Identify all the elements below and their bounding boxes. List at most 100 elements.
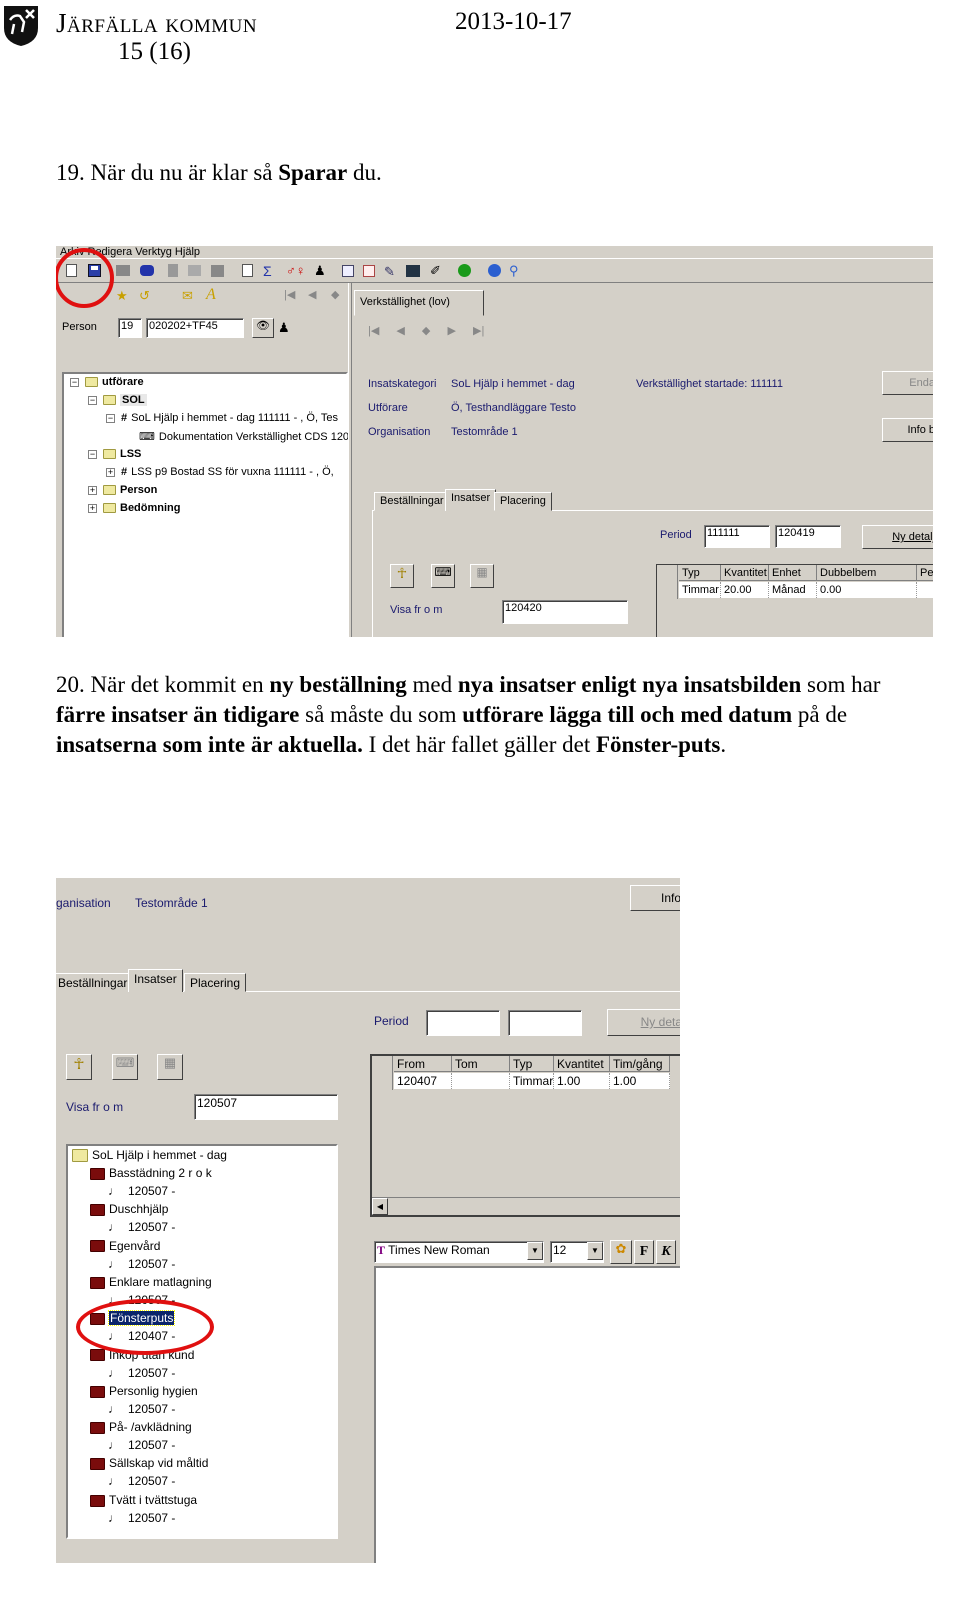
column-header[interactable]: From [394,1056,452,1072]
cut-icon[interactable] [168,264,178,277]
people-icon[interactable]: ♂♀ [286,263,306,278]
insats-grid[interactable]: ◀ From 120407 Tom Typ Timmar Kvantitet 1.00 Tim… [370,1054,680,1217]
insats-grid[interactable]: Typ Timmar Kvantitet 20.00 Enhet Månad Dubbelb… [656,564,933,637]
nav-current-icon[interactable]: ◆ [331,288,339,301]
pen-icon[interactable]: ✐ [430,263,441,279]
sign-icon[interactable]: ✎ [384,264,395,280]
visa-from-field[interactable]: 120420 [502,600,628,624]
find-icon[interactable] [140,265,154,276]
sum-icon[interactable]: Σ [263,263,272,279]
expand-icon[interactable]: + [88,503,97,513]
note-editor[interactable] [374,1266,680,1563]
tab-placering[interactable]: Placering [494,492,552,511]
add-icon[interactable]: ☥ [66,1054,92,1080]
tree-node[interactable]: − LSS [88,448,141,460]
nav-last-icon[interactable]: ▶| [473,325,484,337]
insats-date-node[interactable]: ♩ 120507 - [108,1366,175,1380]
report-in-icon[interactable] [342,265,354,277]
grid-cell[interactable] [452,1073,510,1089]
nav-prev-icon[interactable]: ◀ [308,288,316,301]
collapse-icon[interactable]: − [70,377,79,387]
person-icon[interactable]: ♟ [314,263,326,279]
grid-cell[interactable]: Månad [769,582,817,598]
visa-from-field[interactable]: 120507 [194,1094,338,1120]
insats-node[interactable]: Egenvård [90,1239,160,1253]
tree-root[interactable]: SoL Hjälp i hemmet - dag [72,1148,227,1163]
nav-current-icon[interactable]: ◆ [422,325,430,337]
column-header[interactable]: Tom [452,1056,510,1072]
font-name-select[interactable]: T Times New Roman ▼ [374,1241,544,1263]
insats-node[interactable]: Enklare matlagning [90,1275,212,1289]
grid-cell[interactable]: 1.00 [610,1073,670,1089]
add-icon[interactable]: ☥ [390,564,414,588]
insats-node[interactable]: Tvätt i tvättstuga [90,1493,197,1507]
color-palette-icon[interactable]: ✿ [610,1240,632,1264]
grid-cell[interactable]: Timmar [510,1073,554,1089]
nav-prev-icon[interactable]: ◀ [396,325,404,337]
print-icon[interactable] [116,265,130,276]
report-out-icon[interactable] [363,265,375,277]
document-icon[interactable] [242,264,253,277]
chevron-down-icon[interactable]: ▼ [527,1242,543,1260]
collapse-icon[interactable]: − [88,449,97,459]
insats-node[interactable]: Sällskap vid måltid [90,1456,208,1470]
tab-verkstallighet[interactable]: Verkställighet (lov) [354,290,484,316]
period-to-field[interactable] [508,1010,582,1036]
grid-cell[interactable]: 0.00 [817,582,917,598]
expand-icon[interactable]: + [88,485,97,495]
copy-icon[interactable] [188,265,201,276]
font-icon[interactable]: A [206,286,216,304]
person-number-field[interactable]: 19 [118,318,142,338]
tree-node[interactable]: + # LSS p9 Bostad SS för vuxna 111111 - , … [106,466,334,478]
grid-cell[interactable]: 120407 [394,1073,452,1089]
column-header[interactable]: Kvantitet [721,565,769,581]
collapse-icon[interactable]: − [106,413,115,423]
person-id-field[interactable]: 020202+TF45 [146,318,244,338]
grid-cell[interactable]: 20.00 [721,582,769,598]
tab-insatser[interactable]: Insatser [445,489,497,511]
column-header[interactable]: Dubbelbem [817,565,917,581]
column-header[interactable]: Kvantitet [554,1056,610,1072]
nav-first-icon[interactable]: |◀ [368,325,379,337]
tab-bestallningar[interactable]: Beställningar [56,973,134,992]
font-size-select[interactable]: 12 ▼ [550,1241,604,1263]
mail-icon[interactable]: ✉ [182,288,193,304]
insats-node[interactable]: Personlig hygien [90,1384,198,1398]
period-from-field[interactable]: 111111 [704,525,770,548]
insats-date-node[interactable]: ♩ 120507 - [108,1474,175,1488]
tab-placering[interactable]: Placering [184,973,247,992]
help-icon[interactable] [488,264,501,277]
info-button[interactable]: Info [630,885,680,911]
tab-bestallningar[interactable]: Beställningar [374,492,450,511]
insats-date-node[interactable]: ♩ 120507 - [108,1402,175,1416]
camera-icon[interactable] [406,265,420,277]
column-header[interactable]: Enhet [769,565,817,581]
bold-button[interactable]: F [634,1240,654,1264]
info-icon[interactable] [458,264,471,277]
collapse-icon[interactable]: − [88,395,97,405]
typewriter-icon[interactable]: ⌨ [431,564,455,588]
grid-cell[interactable]: Timmar [679,582,721,598]
insats-date-node[interactable]: ♩ 120507 - [108,1511,175,1525]
undo-icon[interactable]: ↺ [139,288,150,304]
tree-node[interactable]: − utförare [70,376,144,388]
insats-node[interactable]: På- /avklädning [90,1420,192,1434]
copy-icon[interactable]: ▦ [470,564,494,588]
period-from-field[interactable] [426,1010,500,1036]
tree-node[interactable]: + Bedömning [88,502,181,514]
nav-next-icon[interactable]: ▶ [447,325,455,337]
end-button[interactable]: Enda [882,371,933,395]
new-detail-button[interactable]: Ny detalj [862,525,933,549]
paste-icon[interactable] [211,265,224,277]
insats-date-node[interactable]: ♩ 120507 - [108,1257,175,1271]
tab-insatser[interactable]: Insatser [128,969,183,992]
navigation-tree[interactable]: − utförare − SOL − # SoL Hjälp i hemmet - dag … [62,372,349,637]
favorite-star-icon[interactable]: ★ [116,288,128,304]
insats-node[interactable]: Duschhjälp [90,1202,168,1216]
column-header[interactable]: Typ [679,565,721,581]
nav-first-icon[interactable]: |◀ [284,288,295,301]
insats-node[interactable]: Basstädning 2 r o k [90,1166,212,1180]
horizontal-scrollbar[interactable]: ◀ [372,1197,680,1215]
column-header[interactable]: Pe [917,565,933,581]
chevron-down-icon[interactable]: ▼ [587,1242,603,1260]
